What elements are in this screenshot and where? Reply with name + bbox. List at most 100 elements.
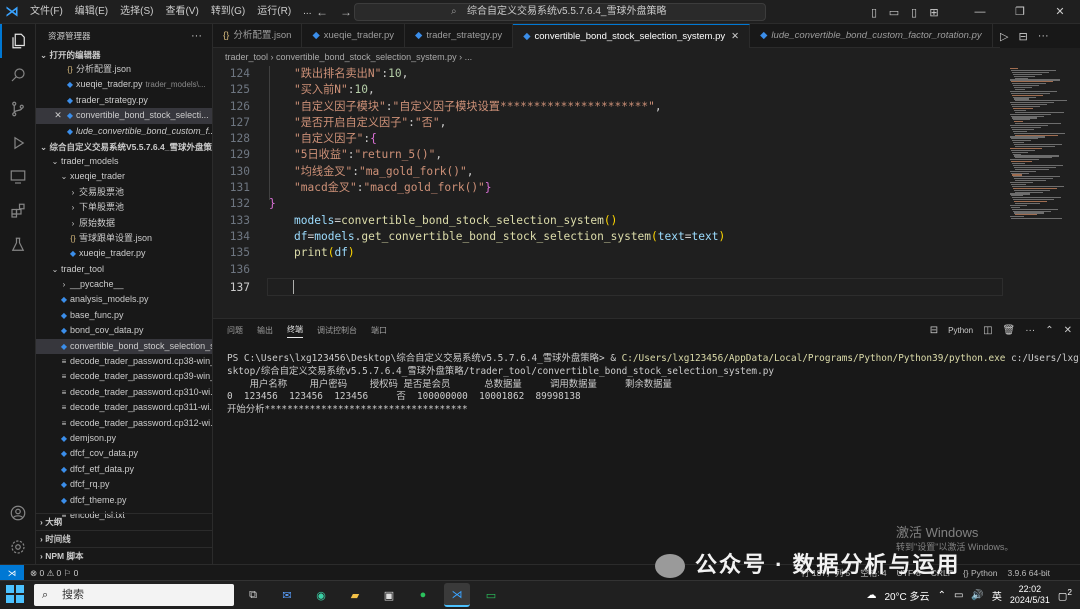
tree-item[interactable]: ◆ dfcf_cov_data.py [36, 446, 212, 461]
status-item[interactable]: {} Python [963, 565, 998, 581]
tree-item[interactable]: ≡ decode_trader_password.cp39-win_... [36, 369, 212, 384]
editor-tab[interactable]: {} 分析配置.json [213, 24, 303, 48]
back-arrow-icon[interactable]: ← [316, 0, 328, 24]
tree-item[interactable]: ⌄ xueqie_trader [36, 169, 212, 184]
customize-layout-icon[interactable]: ⊞ [924, 6, 944, 19]
project-root-section[interactable]: ⌄ 综合自定义交易系统V5.5.7.6.4_雪球外盘策略 [36, 140, 212, 154]
source-control-icon[interactable] [0, 92, 36, 126]
minimize-icon[interactable]: — [960, 0, 1000, 24]
more-actions-icon[interactable]: ··· [191, 24, 202, 48]
editor-tab[interactable]: ◆ trader_strategy.py [405, 24, 514, 48]
tree-item[interactable]: ◆ convertible_bond_stock_selection_s... [36, 338, 212, 355]
extensions-icon[interactable] [0, 194, 36, 228]
network-icon[interactable]: ▭ [954, 590, 963, 601]
close-icon[interactable]: ✕ [52, 108, 64, 123]
tree-item[interactable]: ⌄ trader_models [36, 154, 212, 169]
timeline-section[interactable]: › 时间线 [36, 530, 212, 547]
toggle-panel-icon[interactable]: ▭ [884, 6, 904, 19]
tree-item[interactable]: ◆ demjson.py [36, 431, 212, 446]
tree-item[interactable]: ◆ analysis_models.py [36, 292, 212, 307]
search-icon[interactable] [0, 58, 36, 92]
menu-view[interactable]: 查看(V) [159, 0, 204, 24]
editor-tab[interactable]: ◆ xueqie_trader.py [302, 24, 405, 48]
close-icon[interactable]: ✕ [1040, 0, 1080, 24]
split-terminal-icon[interactable]: ◫ [983, 325, 992, 336]
tree-item[interactable]: ◆ dfcf_theme.py [36, 493, 212, 508]
wechat-app-icon[interactable]: ● [410, 583, 436, 607]
panel-tab[interactable]: 调试控制台 [317, 325, 357, 336]
open-editor-item[interactable]: ◆ lude_convertible_bond_custom_f... [36, 124, 212, 139]
close-panel-icon[interactable]: ✕ [1064, 325, 1072, 336]
ime-indicator[interactable]: 英 [992, 588, 1002, 603]
menu-more[interactable]: ... [297, 0, 317, 24]
remote-explorer-icon[interactable] [0, 160, 36, 194]
edge-browser-icon[interactable]: ◉ [308, 583, 334, 607]
tree-item[interactable]: {} 雪球跟单设置.json [36, 231, 212, 246]
new-terminal-split-icon[interactable]: ⊟ [930, 325, 938, 336]
menu-edit[interactable]: 编辑(E) [69, 0, 114, 24]
breadcrumb[interactable]: trader_tool › convertible_bond_stock_sel… [213, 48, 1080, 66]
tree-item[interactable]: ◆ dfcf_rq.py [36, 477, 212, 492]
tree-item[interactable]: ◆ bond_cov_data.py [36, 323, 212, 338]
command-center-search[interactable]: ⌕ 综合自定义交易系统v5.5.7.6.4_雪球外盘策略 [354, 3, 766, 21]
windows-start-icon[interactable] [6, 585, 24, 603]
tree-item[interactable]: › 交易股票池 [36, 185, 212, 200]
code-editor[interactable]: 124 "跌出排名卖出N":10, 125 "买入前N":10, 126 "自定义因子模块… [213, 66, 1008, 314]
tree-item[interactable]: ◆ xueqie_trader.py [36, 246, 212, 261]
account-icon[interactable] [0, 496, 36, 530]
tree-item[interactable]: ≡ decode_trader_password.cp312-wi... [36, 416, 212, 431]
npm-scripts-section[interactable]: › NPM 脚本 [36, 547, 212, 564]
weather-cloud-icon[interactable]: ☁ [866, 590, 876, 601]
weather-label[interactable]: 20°C 多云 [884, 588, 929, 603]
mail-icon[interactable]: ✉ [274, 583, 300, 607]
tree-item[interactable]: ⌄ trader_tool [36, 262, 212, 277]
settings-gear-icon[interactable] [0, 530, 36, 564]
terminal-app-icon[interactable]: ▭ [478, 583, 504, 607]
tree-item[interactable]: ◆ base_func.py [36, 308, 212, 323]
panel-tab[interactable]: 问题 [227, 325, 243, 336]
problems-status[interactable]: ⊗ 0 ⚠ 0 ⚐ 0 [30, 565, 78, 581]
clock[interactable]: 22:02 2024/5/31 [1010, 584, 1050, 606]
toggle-sidebar-icon[interactable]: ▯ [864, 6, 884, 19]
panel-tab[interactable]: 输出 [257, 325, 273, 336]
restore-icon[interactable]: ❐ [1000, 0, 1040, 24]
remote-indicator-icon[interactable]: ⋊ [0, 565, 24, 581]
volume-icon[interactable]: 🔊 [971, 590, 983, 601]
terminal-output[interactable]: PS C:\Users\lxg123456\Desktop\综合自定义交易系统v… [227, 353, 1080, 417]
menu-file[interactable]: 文件(F) [24, 0, 69, 24]
open-editors-section[interactable]: ⌄ 打开的编辑器 [36, 48, 212, 62]
open-editor-item[interactable]: ✕ ◆ convertible_bond_stock_selecti... [36, 108, 212, 124]
panel-tab[interactable]: 端口 [371, 325, 387, 336]
menu-selection[interactable]: 选择(S) [114, 0, 159, 24]
tree-item[interactable]: ≡ decode_trader_password.cp38-win_... [36, 354, 212, 369]
explorer-icon[interactable] [0, 24, 36, 58]
maximize-panel-icon[interactable]: ⌃ [1045, 325, 1053, 336]
open-editor-item[interactable]: ◆ trader_strategy.py [36, 93, 212, 108]
more-actions-icon[interactable]: ··· [1038, 30, 1049, 42]
tree-item[interactable]: ◆ dfcf_etf_data.py [36, 462, 212, 477]
split-editor-icon[interactable]: ⊟ [1018, 30, 1027, 43]
editor-tab[interactable]: ◆ lude_convertible_bond_custom_factor_rot… [750, 24, 993, 48]
file-explorer-icon[interactable]: ▰ [342, 583, 368, 607]
task-view-icon[interactable]: ⧉ [240, 583, 266, 607]
close-icon[interactable]: ✕ [731, 31, 739, 42]
menu-go[interactable]: 转到(G) [205, 0, 251, 24]
panel-tab[interactable]: 终端 [287, 323, 303, 338]
toggle-secondary-sidebar-icon[interactable]: ▯ [904, 6, 924, 19]
tree-item[interactable]: ≡ decode_trader_password.cp310-wi... [36, 385, 212, 400]
editor-tab[interactable]: ◆ convertible_bond_stock_selection_system… [513, 24, 751, 48]
tray-overflow-icon[interactable]: ⌃ [938, 590, 946, 601]
status-item[interactable]: 3.9.6 64-bit [1007, 565, 1050, 581]
outline-section[interactable]: › 大纲 [36, 513, 212, 530]
store-icon[interactable]: ▣ [376, 583, 402, 607]
tree-item[interactable]: › 下单股票池 [36, 200, 212, 215]
taskbar-search[interactable]: ⌕ 搜索 [34, 584, 234, 606]
kill-terminal-icon[interactable]: 🗑 [1003, 325, 1016, 336]
more-actions-icon[interactable]: ··· [1025, 325, 1035, 336]
testing-flask-icon[interactable] [0, 228, 36, 262]
notification-icon[interactable]: ▢2 [1058, 587, 1072, 602]
tree-item[interactable]: › 原始数据 [36, 216, 212, 231]
tree-item[interactable]: ≡ decode_trader_password.cp311-wi... [36, 400, 212, 415]
tree-item[interactable]: › __pycache__ [36, 277, 212, 292]
run-python-icon[interactable]: ▷ [1000, 30, 1008, 43]
